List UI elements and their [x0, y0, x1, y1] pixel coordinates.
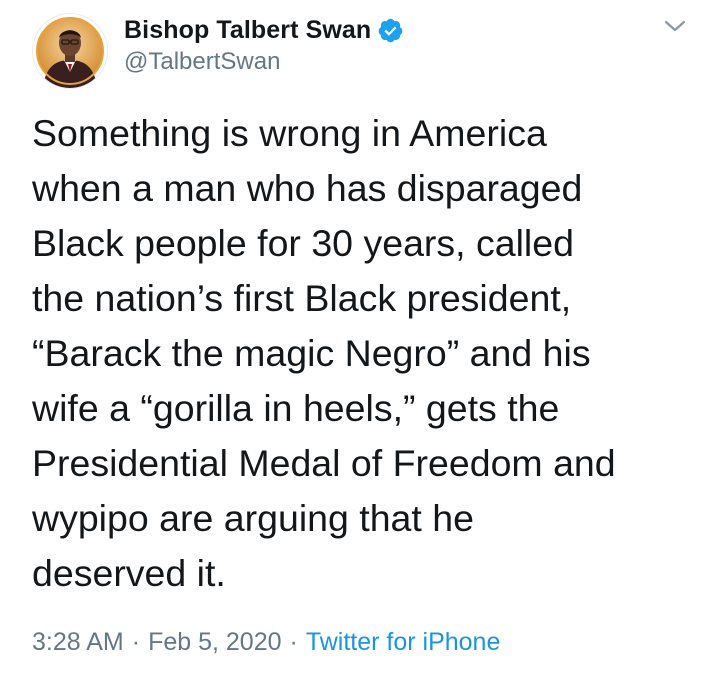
tweet-text-line: Something is wrong in America	[32, 112, 547, 154]
tweet-text: Something is wrong in America when a man…	[32, 106, 702, 601]
tweet-text-line: wife a “gorilla in heels,” gets the	[32, 387, 560, 429]
tweet-metadata: 3:28 AM · Feb 5, 2020 · Twitter for iPhone	[32, 628, 500, 657]
avatar-image	[33, 14, 107, 88]
display-name[interactable]: Bishop Talbert Swan	[124, 16, 371, 45]
meta-separator: ·	[131, 628, 141, 656]
author-handle[interactable]: @TalbertSwan	[124, 48, 280, 76]
tweet-time[interactable]: 3:28 AM	[32, 628, 124, 656]
tweet-text-line: Black people for 30 years, called	[32, 222, 574, 264]
tweet-text-line: Presidential Medal of Freedom and	[32, 442, 616, 484]
tweet-text-line: the nation’s first Black president,	[32, 277, 572, 319]
tweet-text-line: “Barack the magic Negro” and his	[32, 332, 591, 374]
verified-badge-icon	[377, 17, 404, 44]
tweet-text-line: wypipo are arguing that he	[32, 497, 474, 539]
author-name-row[interactable]: Bishop Talbert Swan	[124, 13, 404, 47]
tweet-card: Bishop Talbert Swan @TalbertSwan Somethi…	[0, 0, 720, 683]
tweet-text-line: deserved it.	[32, 552, 226, 594]
tweet-date[interactable]: Feb 5, 2020	[148, 628, 281, 656]
tweet-source-link[interactable]: Twitter for iPhone	[306, 628, 501, 656]
chevron-down-icon[interactable]	[661, 12, 689, 40]
meta-separator: ·	[289, 628, 298, 656]
avatar[interactable]	[33, 14, 107, 88]
tweet-text-line: when a man who has disparaged	[32, 167, 583, 209]
